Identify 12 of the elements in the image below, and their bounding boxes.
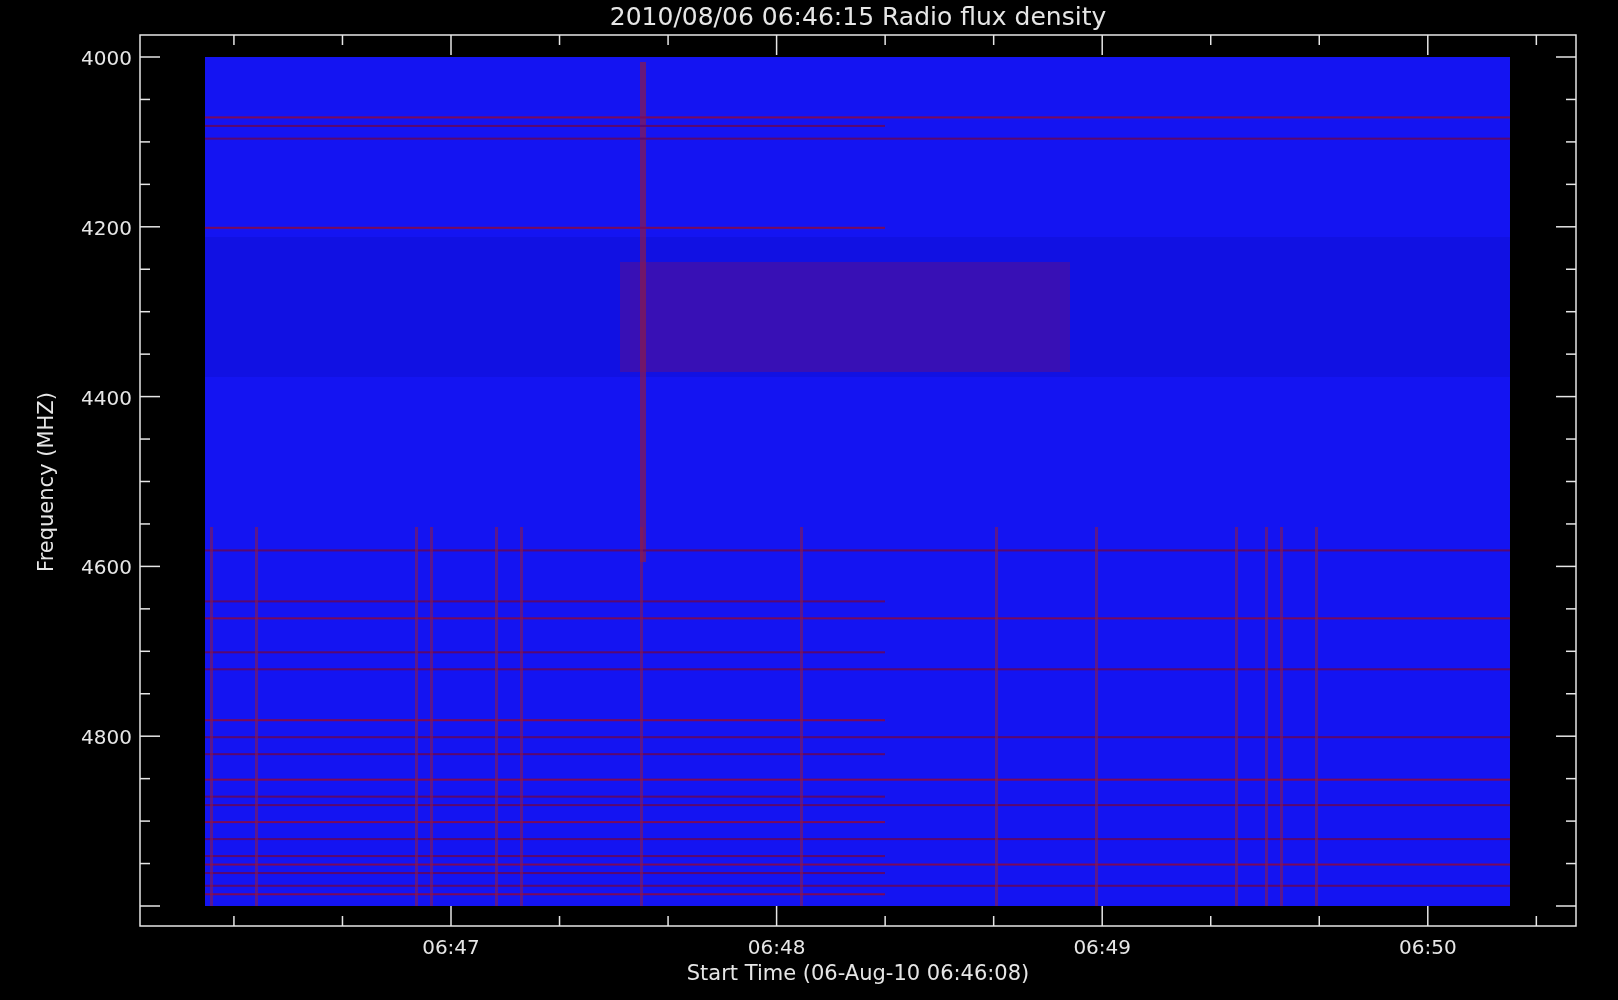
y-tick-label: 4000	[81, 46, 132, 70]
x-tick-label: 06:49	[1073, 935, 1131, 959]
y-tick-label: 4400	[81, 385, 132, 410]
x-axis-label: Start Time (06-Aug-10 06:46:08)	[686, 961, 1030, 985]
x-tick-label: 06:47	[422, 935, 480, 959]
y-axis-label: Frequency (MHZ)	[34, 392, 58, 572]
x-tick-label: 06:48	[747, 935, 806, 959]
x-tick-label: 06:50	[1399, 935, 1457, 959]
y-tick-label: 4600	[81, 555, 132, 580]
y-tick-label: 4800	[81, 725, 132, 750]
plot-title: 2010/08/06 06:46:15 Radio flux density	[609, 2, 1107, 31]
y-tick-label: 4200	[81, 215, 132, 240]
